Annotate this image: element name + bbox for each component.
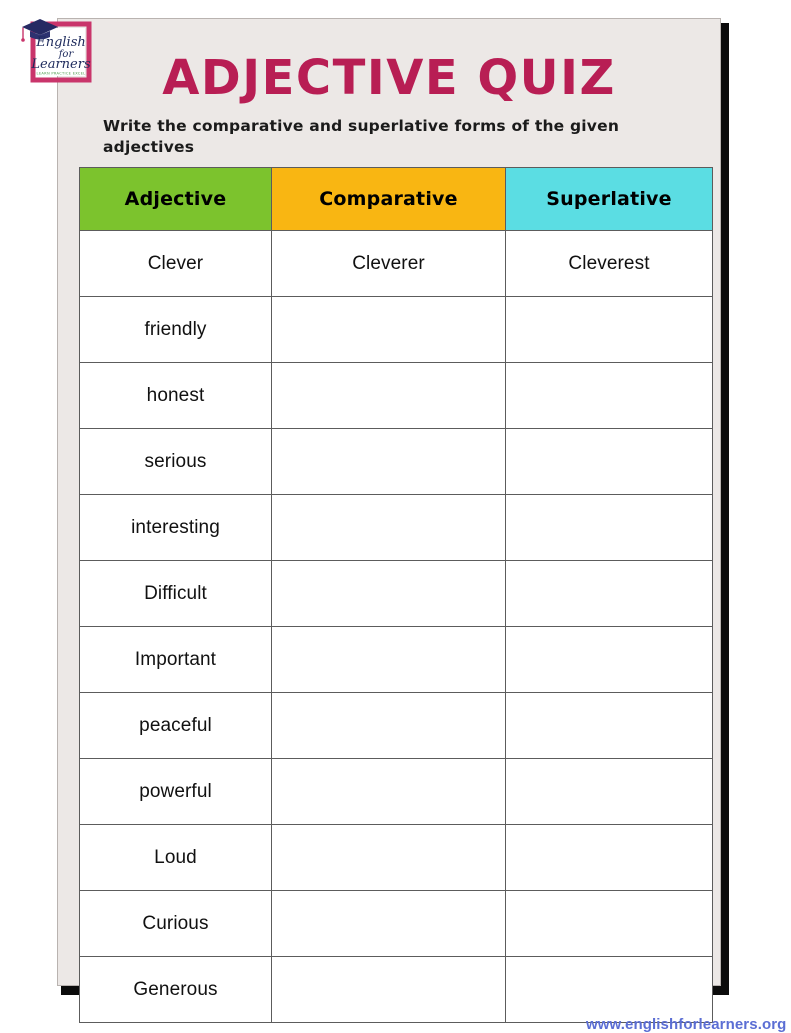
cell-adjective: Loud (79, 824, 272, 891)
cell-comparative[interactable]: Cleverer (271, 230, 506, 297)
column-header-comparative: Comparative (271, 167, 506, 231)
cell-comparative[interactable] (271, 956, 506, 1023)
cell-comparative[interactable] (271, 296, 506, 363)
adjective-quiz-table: Adjective Comparative Superlative Clever… (79, 167, 713, 1023)
english-for-learners-logo: English for Learners LEARN PRACTICE EXCE… (18, 10, 94, 90)
cell-comparative[interactable] (271, 890, 506, 957)
table-row: friendly (79, 296, 713, 363)
cell-superlative[interactable] (505, 362, 713, 429)
cell-adjective: Important (79, 626, 272, 693)
footer-website-url[interactable]: www.englishforlearners.org (586, 1016, 786, 1033)
cell-superlative[interactable] (505, 758, 713, 825)
cell-superlative[interactable] (505, 692, 713, 759)
column-header-superlative: Superlative (505, 167, 713, 231)
table-row: Clever Cleverer Cleverest (79, 230, 713, 297)
cell-comparative[interactable] (271, 692, 506, 759)
cell-superlative[interactable] (505, 956, 713, 1023)
table-row: Important (79, 626, 713, 693)
cell-adjective: powerful (79, 758, 272, 825)
cell-superlative[interactable] (505, 428, 713, 495)
cell-adjective: Curious (79, 890, 272, 957)
cell-adjective: peaceful (79, 692, 272, 759)
table-row: Loud (79, 824, 713, 891)
cell-comparative[interactable] (271, 560, 506, 627)
cell-adjective: Difficult (79, 560, 272, 627)
cell-comparative[interactable] (271, 494, 506, 561)
cell-adjective: friendly (79, 296, 272, 363)
cell-adjective: honest (79, 362, 272, 429)
cell-adjective: serious (79, 428, 272, 495)
cell-comparative[interactable] (271, 626, 506, 693)
logo-line-3: Learners (30, 57, 91, 72)
table-header-row: Adjective Comparative Superlative (79, 167, 713, 231)
table-body: Clever Cleverer Cleverest friendly honest ser… (79, 230, 713, 1023)
table-row: honest (79, 362, 713, 429)
table-row: Difficult (79, 560, 713, 627)
table-row: powerful (79, 758, 713, 825)
cell-comparative[interactable] (271, 758, 506, 825)
cell-superlative[interactable] (505, 626, 713, 693)
cell-superlative[interactable] (505, 296, 713, 363)
table-row: Curious (79, 890, 713, 957)
table-row: serious (79, 428, 713, 495)
cell-adjective: interesting (79, 494, 272, 561)
cell-superlative[interactable] (505, 560, 713, 627)
cell-comparative[interactable] (271, 824, 506, 891)
table-row: Generous (79, 956, 713, 1023)
logo-line-1: English (35, 35, 86, 50)
instructions-text: Write the comparative and superlative fo… (103, 117, 620, 156)
worksheet-page: ADJECTIVE QUIZ Write the comparative and… (57, 18, 786, 1033)
cell-superlative[interactable] (505, 494, 713, 561)
logo-graphic: English for Learners LEARN PRACTICE EXCE… (21, 19, 92, 83)
cell-superlative[interactable]: Cleverest (505, 230, 713, 297)
column-header-adjective: Adjective (79, 167, 272, 231)
cell-adjective: Generous (79, 956, 272, 1023)
page-title: ADJECTIVE QUIZ (162, 50, 616, 106)
table-row: peaceful (79, 692, 713, 759)
table-row: interesting (79, 494, 713, 561)
cell-comparative[interactable] (271, 428, 506, 495)
cell-superlative[interactable] (505, 824, 713, 891)
logo-tagline: LEARN PRACTICE EXCEL (37, 72, 86, 76)
cell-superlative[interactable] (505, 890, 713, 957)
cell-comparative[interactable] (271, 362, 506, 429)
cell-adjective: Clever (79, 230, 272, 297)
